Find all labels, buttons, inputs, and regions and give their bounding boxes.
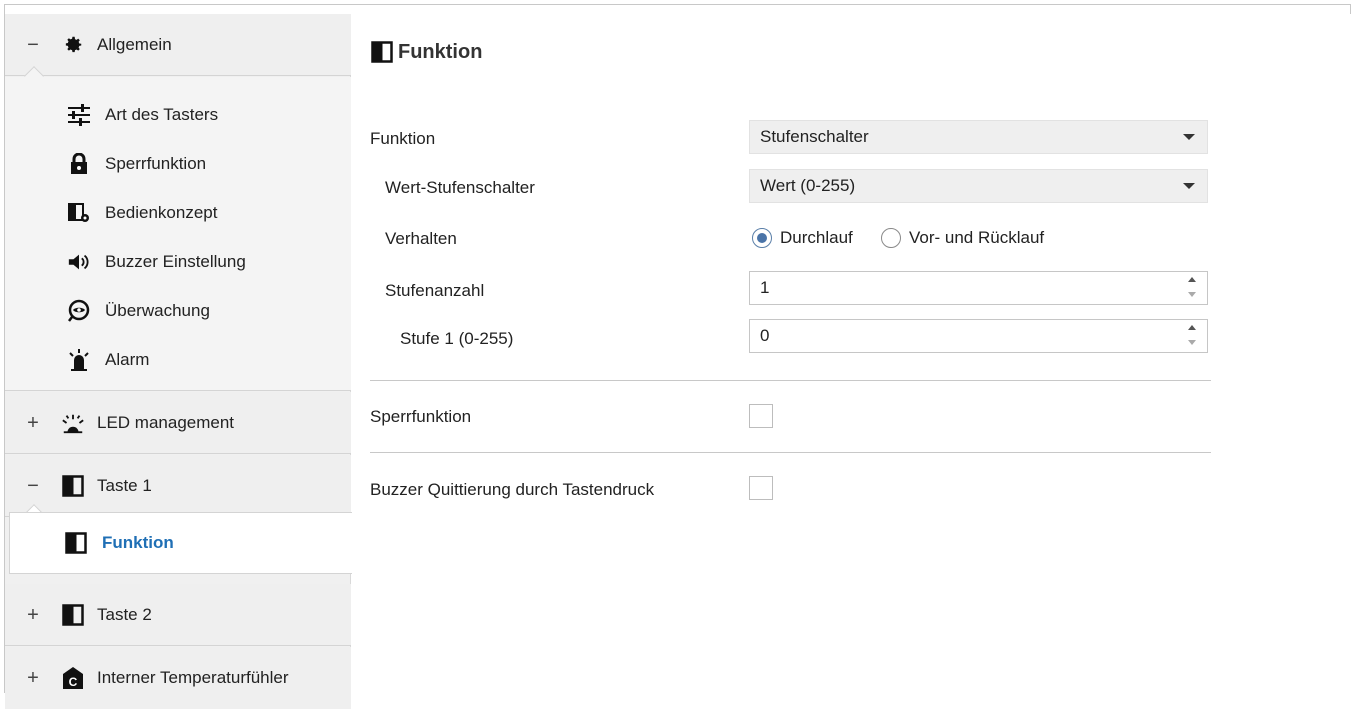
sidebar-group-label: Interner Temperaturfühler	[97, 668, 289, 687]
sidebar-group-taste-1[interactable]: − Taste 1	[5, 455, 351, 517]
radio-vor-und-ruecklauf[interactable]: Vor- und Rücklauf	[881, 228, 1044, 248]
sidebar-item-label: Funktion	[102, 533, 174, 552]
sidebar-group-taste-2[interactable]: + Taste 2	[5, 584, 351, 646]
divider	[370, 380, 1211, 381]
wert-stufenschalter-select[interactable]: Wert (0-255)	[749, 169, 1208, 203]
wert-select-value: Wert (0-255)	[760, 176, 856, 195]
alarm-bell-icon	[67, 348, 91, 372]
page-title-text: Funktion	[398, 40, 483, 63]
buzzer-quittierung-label: Buzzer Quittierung durch Tastendruck	[370, 480, 655, 499]
panel-gear-icon	[67, 201, 91, 225]
sidebar-item-alarm[interactable]: Alarm	[5, 335, 351, 384]
funktion-select[interactable]: Stufenschalter	[749, 120, 1208, 154]
speaker-icon	[67, 250, 91, 274]
sidebar-item-label: Alarm	[105, 349, 150, 369]
sidebar-group-led-management[interactable]: + LED management	[5, 392, 351, 454]
sidebar-item-label: Bedienkonzept	[105, 202, 218, 222]
sidebar-item-sperrfunktion[interactable]: Sperrfunktion	[5, 139, 351, 188]
stufe-1-label: Stufe 1 (0-255)	[400, 329, 514, 348]
radio-label: Vor- und Rücklauf	[909, 228, 1045, 247]
funktion-label: Funktion	[370, 129, 436, 148]
radio-button[interactable]	[881, 228, 901, 248]
radio-label: Durchlauf	[780, 228, 853, 247]
stufe-1-value: 0	[760, 326, 770, 345]
sidebar-group-label: Allgemein	[97, 34, 172, 54]
spin-up-icon[interactable]	[1188, 277, 1196, 282]
collapse-toggle[interactable]: −	[23, 35, 43, 55]
sidebar-item-label: Überwachung	[105, 300, 210, 320]
verhalten-label: Verhalten	[385, 229, 457, 248]
sidebar-group-label: LED management	[97, 412, 235, 432]
lock-icon	[67, 152, 91, 176]
chevron-down-icon	[1183, 183, 1195, 189]
sidebar-group-label: Taste 1	[97, 475, 152, 495]
sidebar-item-bedienkonzept[interactable]: Bedienkonzept	[5, 188, 351, 237]
sperrfunktion-checkbox[interactable]	[749, 404, 773, 428]
spin-up-icon[interactable]	[1188, 325, 1196, 330]
sidebar-item-art-des-tasters[interactable]: Art des Tasters	[5, 90, 351, 139]
divider	[370, 452, 1211, 453]
stufenanzahl-value: 1	[760, 278, 770, 297]
sidebar-item-buzzer-einstellung[interactable]: Buzzer Einstellung	[5, 237, 351, 286]
sidebar-group-allgemein[interactable]: − Allgemein	[5, 14, 351, 76]
half-square-icon	[64, 531, 88, 555]
buzzer-quittierung-checkbox[interactable]	[749, 476, 773, 500]
wert-stufenschalter-label: Wert-Stufenschalter	[385, 178, 535, 197]
half-square-icon	[61, 603, 85, 627]
sidebar-item-label: Buzzer Einstellung	[105, 251, 246, 271]
expand-toggle[interactable]: +	[23, 605, 43, 625]
sidebar: − Allgemein Art des Tasters Sperrfunktio…	[5, 14, 351, 709]
funktion-select-value: Stufenschalter	[760, 127, 869, 146]
radio-durchlauf[interactable]: Durchlauf	[752, 228, 853, 248]
spin-buttons[interactable]	[1187, 277, 1197, 301]
sidebar-item-funktion[interactable]: Funktion	[9, 512, 352, 574]
main-panel: Funktion Funktion Stufenschalter Wert-St…	[352, 14, 1351, 693]
expand-toggle[interactable]: +	[23, 668, 43, 688]
collapse-toggle[interactable]: −	[23, 476, 43, 496]
stufenanzahl-stepper[interactable]: 1	[749, 271, 1208, 305]
led-icon	[61, 411, 85, 435]
half-square-icon	[61, 474, 85, 498]
expand-toggle[interactable]: +	[23, 413, 43, 433]
sidebar-item-label: Art des Tasters	[105, 104, 219, 124]
svg-text:C: C	[69, 675, 78, 689]
sidebar-group-label: Taste 2	[97, 604, 152, 624]
sidebar-item-ueberwachung[interactable]: Überwachung	[5, 286, 351, 335]
sidebar-item-label: Sperrfunktion	[105, 153, 207, 173]
allgemein-sublist: Art des Tasters Sperrfunktion Bedienkonz…	[5, 77, 351, 391]
radio-button-selected[interactable]	[752, 228, 772, 248]
stufenanzahl-label: Stufenanzahl	[385, 281, 485, 300]
stufe-1-stepper[interactable]: 0	[749, 319, 1208, 353]
gear-icon	[61, 33, 85, 57]
page-title: Funktion	[370, 40, 482, 64]
eye-icon	[67, 299, 91, 323]
sliders-icon	[67, 103, 91, 127]
thermometer-c-icon: C	[61, 666, 85, 690]
sperrfunktion-label: Sperrfunktion	[370, 407, 472, 426]
spin-down-icon[interactable]	[1188, 292, 1196, 297]
sidebar-group-interner-temperaturfuehler[interactable]: + C Interner Temperaturfühler	[5, 647, 351, 709]
chevron-down-icon	[1183, 134, 1195, 140]
half-square-icon	[370, 40, 394, 64]
spin-buttons[interactable]	[1187, 325, 1197, 349]
spin-down-icon[interactable]	[1188, 340, 1196, 345]
